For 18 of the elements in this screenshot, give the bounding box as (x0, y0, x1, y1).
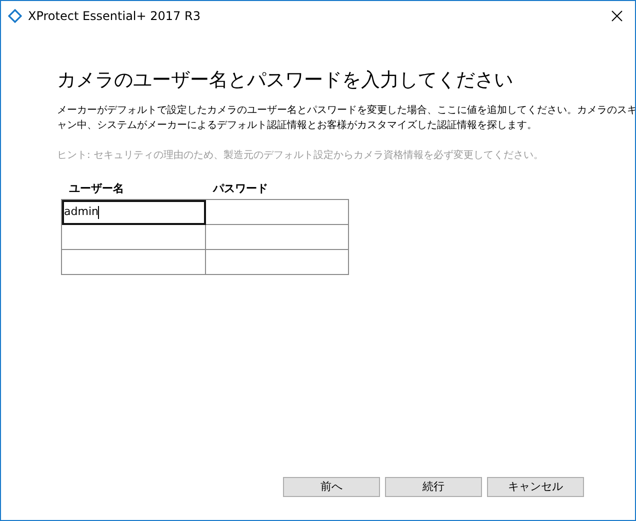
hint-text: ヒント: セキュリティの理由のため、製造元のデフォルト設定からカメラ資格情報を必ず変更してください。 (57, 148, 544, 163)
table-cell[interactable] (206, 200, 349, 225)
table-cell[interactable] (206, 225, 349, 250)
app-logo-icon (8, 9, 22, 23)
dialog-button[interactable]: キャンセル (487, 477, 584, 497)
table-cell[interactable] (62, 225, 206, 250)
table-cell[interactable]: admin (62, 200, 206, 225)
dialog-button[interactable]: 続行 (385, 477, 482, 497)
text-cursor (98, 206, 100, 218)
table-cell[interactable] (206, 250, 349, 275)
table-cell[interactable] (62, 250, 206, 275)
column-header: ユーザー名 (68, 180, 125, 197)
page-heading: カメラのユーザー名とパスワードを入力してください (57, 68, 514, 92)
close-icon (611, 10, 623, 22)
dialog-button[interactable]: 前へ (283, 477, 380, 497)
cell-text: admin (64, 204, 98, 220)
window-title: XProtect Essential+ 2017 R3 (28, 8, 200, 25)
column-header: パスワード (212, 180, 269, 197)
